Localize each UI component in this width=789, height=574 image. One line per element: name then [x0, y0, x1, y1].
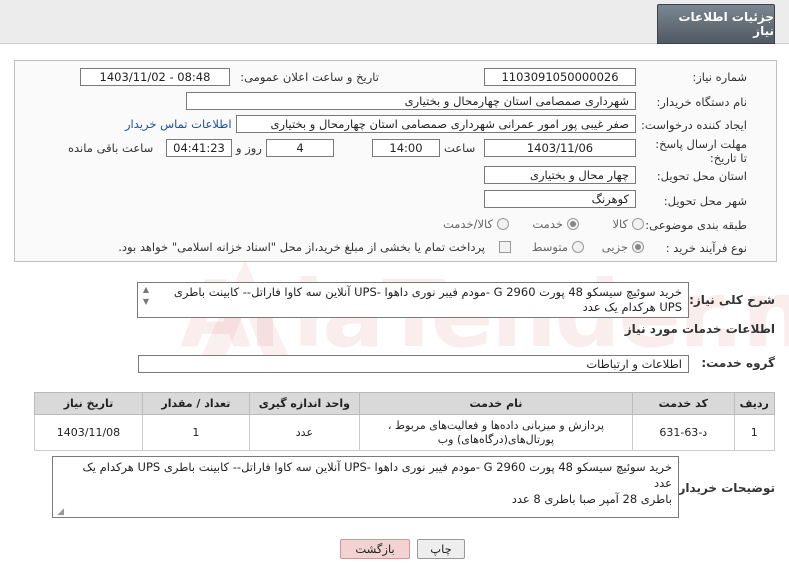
category-option-goods-service[interactable]: کالا/خدمت: [443, 217, 509, 231]
textarea-resize-grip-icon[interactable]: ◢: [54, 507, 64, 517]
print-button[interactable]: چاپ: [417, 539, 465, 559]
page-title-tab: جزئیات اطلاعات نیاز: [657, 4, 775, 44]
buyer-notes-label: توضیحات خریدار:: [673, 481, 775, 495]
process-option-minor[interactable]: جزیی: [602, 240, 644, 254]
buyer-org-field: شهرداری صمصامی استان چهارمحال و بختیاری: [186, 92, 636, 110]
announce-date-field: 1403/11/02 - 08:48: [80, 68, 230, 86]
cell-unit: عدد: [248, 414, 360, 451]
cell-service-code: د-63-631: [631, 414, 735, 451]
buyer-org-label: نام دستگاه خریدار:: [656, 95, 747, 109]
remaining-time-label: ساعت باقی مانده: [68, 141, 154, 155]
category-option-service[interactable]: خدمت: [532, 217, 579, 231]
process-type-label: نوع فرآیند خرید :: [665, 241, 747, 255]
radio-label: کالا/خدمت: [442, 217, 493, 231]
cell-row-number: 1: [733, 414, 776, 451]
description-line-2: UPS هرکدام یک عدد: [582, 300, 682, 314]
buyer-notes-textarea[interactable]: خرید سوئیچ سیسکو 48 پورت G 2960 -مودم فی…: [52, 456, 679, 518]
creator-field: صفر غیبی پور امور عمرانی شهرداری صمصامی …: [236, 115, 636, 133]
province-label: استان محل تحویل:: [656, 169, 747, 183]
province-field: چهار محال و بختیاری: [484, 166, 636, 184]
city-label: شهر محل تحویل:: [663, 194, 747, 208]
column-header-code: کد خدمت: [631, 392, 735, 415]
category-option-goods[interactable]: کالا: [612, 217, 644, 231]
services-section-title: اطلاعات خدمات مورد نیاز: [624, 322, 775, 336]
remaining-time-field: 04:41:23: [166, 139, 232, 157]
radio-label: جزیی: [601, 240, 628, 254]
treasury-payment-checkbox[interactable]: پرداخت تمام یا بخشی از مبلغ خرید،از محل …: [118, 240, 511, 254]
radio-selected-icon: [567, 218, 579, 230]
radio-label: خدمت: [532, 217, 563, 231]
services-table: ردیف کد خدمت نام خدمت واحد اندازه گیری ت…: [34, 392, 776, 451]
description-textarea[interactable]: خرید سوئیچ سیسکو 48 پورت G 2960 -مودم فی…: [137, 282, 689, 318]
radio-selected-icon: [632, 241, 644, 253]
service-name-line-1: پردازش و میزبانی داده‌ها و فعالیت‌های مر…: [387, 418, 605, 432]
buyer-notes-line-2: عدد: [653, 476, 672, 490]
back-button[interactable]: بازگشت: [340, 539, 410, 559]
table-header-row: ردیف کد خدمت نام خدمت واحد اندازه گیری ت…: [34, 392, 776, 415]
creator-label: ایجاد کننده درخواست:: [641, 118, 747, 132]
treasury-payment-note: پرداخت تمام یا بخشی از مبلغ خرید،از محل …: [118, 240, 485, 254]
checkbox-icon: [499, 241, 511, 253]
column-header-row: ردیف: [733, 392, 776, 415]
process-option-medium[interactable]: متوسط: [532, 240, 584, 254]
column-header-name: نام خدمت: [358, 392, 633, 415]
cell-need-date: 1403/11/08: [34, 414, 143, 451]
cell-service-name: پردازش و میزبانی داده‌ها و فعالیت‌های مر…: [358, 414, 633, 451]
textarea-scroll-arrows-icon[interactable]: ▲ ▼: [140, 284, 152, 322]
deadline-time-label: ساعت: [444, 141, 476, 155]
description-label: شرح کلی نیاز:: [689, 293, 775, 307]
cell-quantity: 1: [141, 414, 250, 451]
buyer-notes-line-1: خرید سوئیچ سیسکو 48 پورت G 2960 -مودم فی…: [82, 460, 672, 474]
radio-label: کالا: [612, 217, 628, 231]
description-line-1: خرید سوئیچ سیسکو 48 پورت G 2960 -مودم فی…: [173, 285, 682, 299]
buyer-contact-link[interactable]: اطلاعات تماس خریدار: [125, 117, 232, 131]
category-label: طبقه بندی موضوعی:: [645, 218, 747, 232]
need-number-label: شماره نیاز:: [692, 70, 747, 84]
need-number-field: 1103091050000026: [484, 68, 636, 86]
service-group-label: گروه خدمت:: [701, 356, 775, 370]
city-field: کوهرنگ: [484, 190, 636, 208]
column-header-qty: تعداد / مقدار: [141, 392, 250, 415]
radio-icon: [497, 218, 509, 230]
radio-icon: [572, 241, 584, 253]
radio-icon: [632, 218, 644, 230]
deadline-time-field: 14:00: [372, 139, 440, 157]
announce-date-label: تاریخ و ساعت اعلان عمومی:: [240, 70, 379, 84]
service-name-line-2: پورتال‌های(درگاه‌های) وب: [437, 432, 555, 446]
deadline-label: مهلت ارسال پاسخ: تا تاریخ:: [655, 137, 747, 165]
buyer-notes-line-3: باطری 28 آمپر صبا باطری 8 عدد: [511, 492, 672, 506]
radio-label: متوسط: [531, 240, 568, 254]
days-label: روز و: [236, 141, 262, 155]
days-remaining-field: 4: [266, 139, 334, 157]
deadline-date-field: 1403/11/06: [484, 139, 636, 157]
table-row: 1 د-63-631 پردازش و میزبانی داده‌ها و فع…: [34, 414, 776, 451]
service-group-field: اطلاعات و ارتباطات: [138, 355, 689, 373]
column-header-unit: واحد اندازه گیری: [248, 392, 360, 415]
column-header-date: تاریخ نیاز: [34, 392, 143, 415]
